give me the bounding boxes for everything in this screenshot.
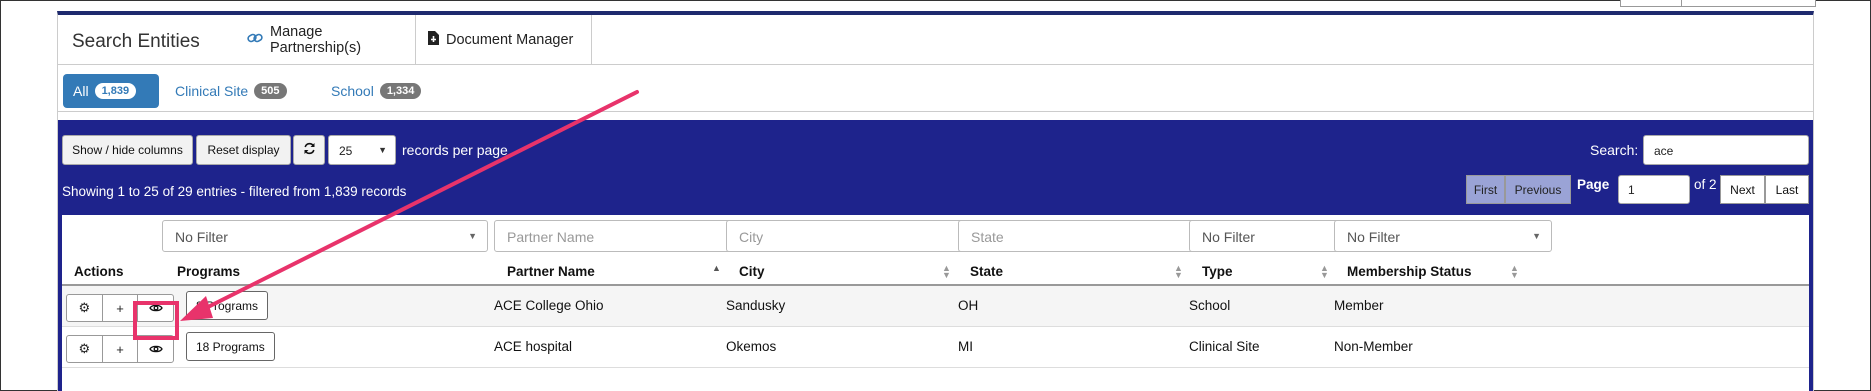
- annotation-arrow: [180, 90, 639, 321]
